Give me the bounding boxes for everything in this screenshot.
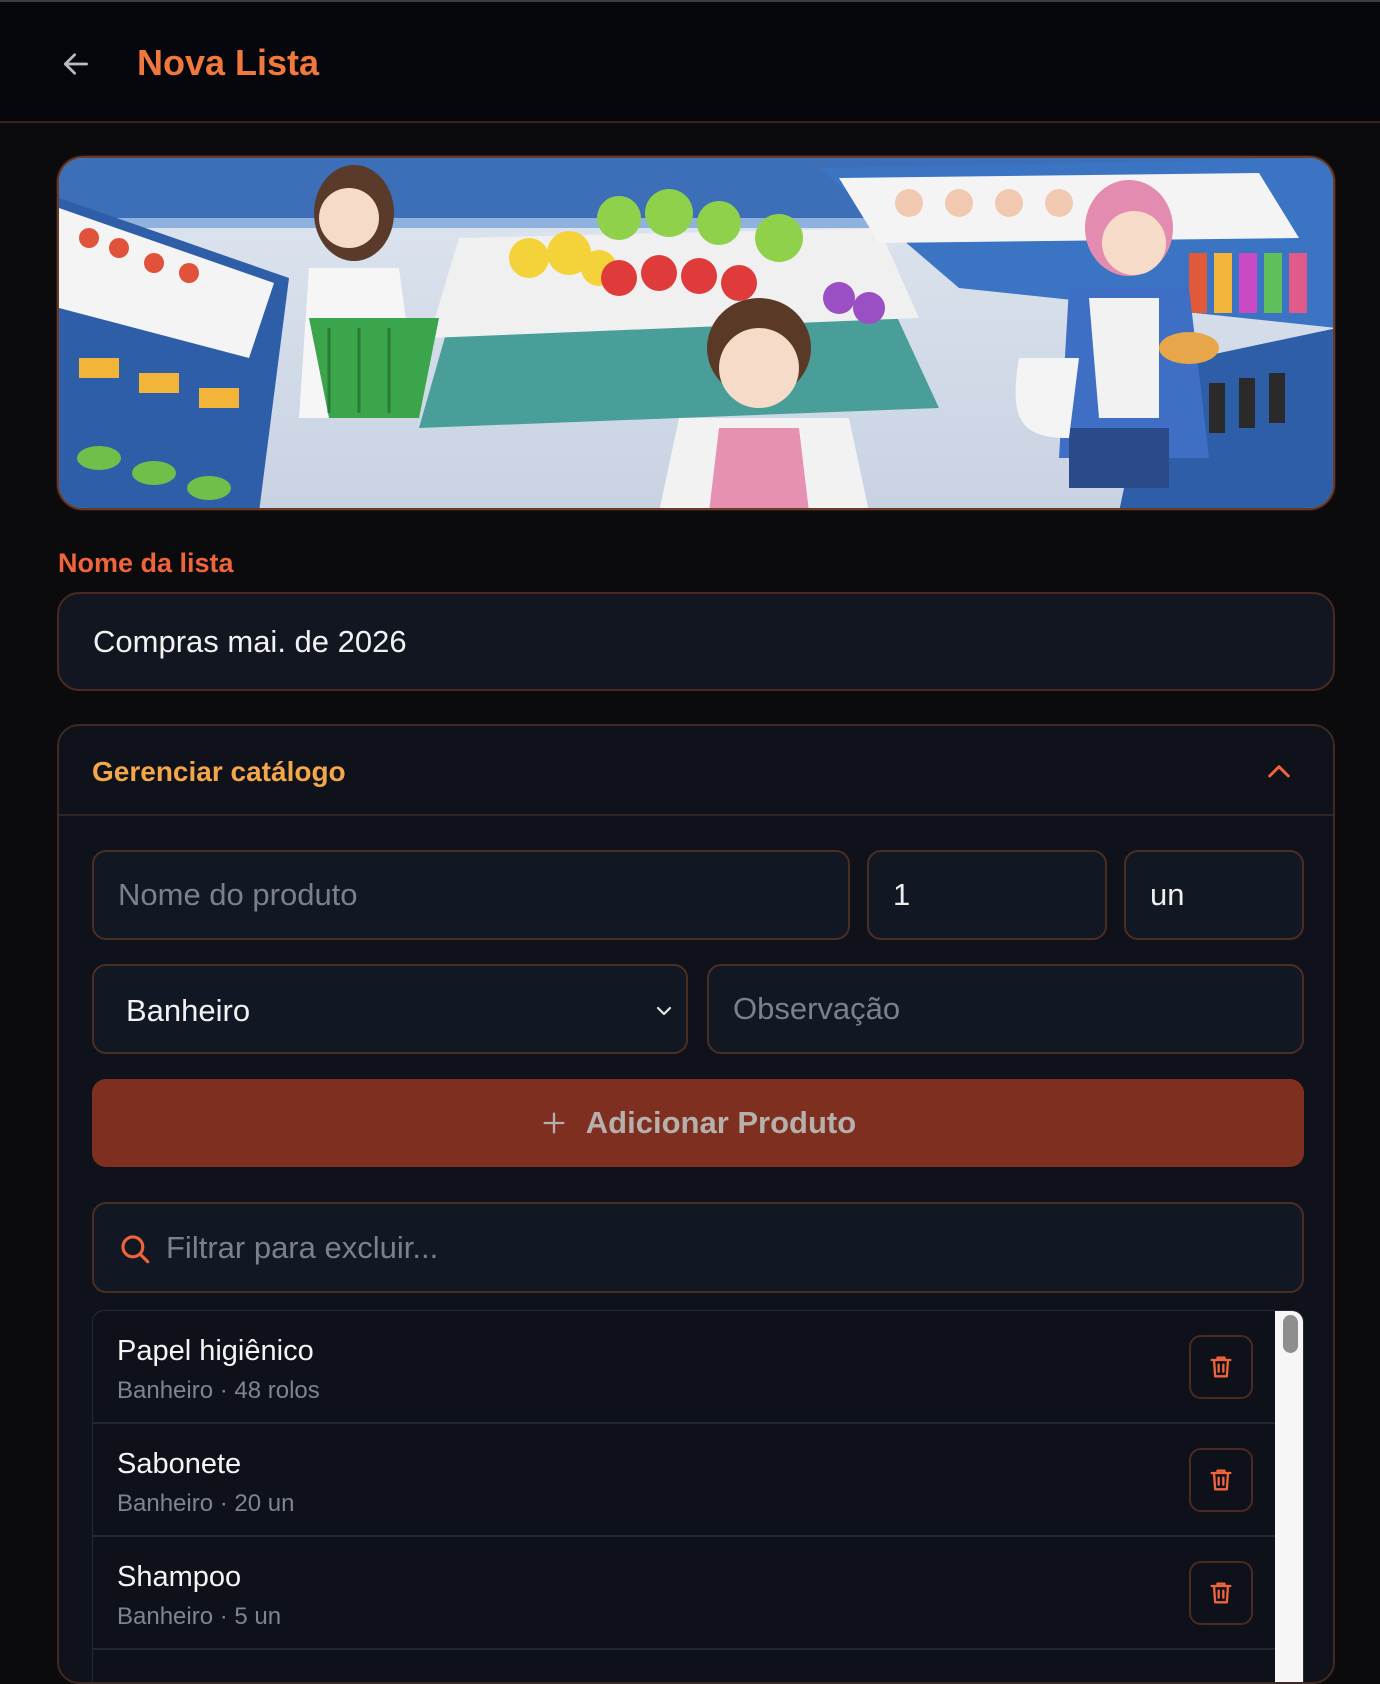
- top-bar: Nova Lista: [0, 0, 1380, 123]
- unit-input[interactable]: [1124, 850, 1304, 940]
- list-name-input[interactable]: [57, 592, 1335, 691]
- scrollbar-thumb[interactable]: [1283, 1315, 1298, 1353]
- list-item: Shampoo Banheiro · 5 un: [93, 1537, 1277, 1650]
- list-item: Sabonete Banheiro · 20 un: [93, 1424, 1277, 1537]
- item-name: Shampoo: [117, 1561, 242, 1593]
- item-name: Sabonete: [117, 1448, 242, 1480]
- item-meta: Banheiro · 20 un: [117, 1490, 295, 1517]
- trash-icon: [1210, 1582, 1232, 1604]
- quantity-input[interactable]: [867, 850, 1107, 940]
- category-select[interactable]: Banheiro: [92, 964, 688, 1054]
- catalog-toggle[interactable]: Gerenciar catálogo: [59, 726, 1333, 816]
- note-input[interactable]: [707, 964, 1304, 1054]
- item-meta: Banheiro · 5 un: [117, 1603, 282, 1630]
- product-name-input[interactable]: [92, 850, 850, 940]
- filter-input[interactable]: [166, 1204, 1286, 1291]
- item-meta: Banheiro · 48 rolos: [117, 1377, 320, 1404]
- catalog-list: Papel higiênico Banheiro · 48 rolos Sabo…: [92, 1310, 1304, 1682]
- filter-field: [92, 1202, 1304, 1293]
- arrow-left-icon: [63, 53, 88, 75]
- chevron-down-icon: [656, 1006, 672, 1016]
- catalog-panel: Gerenciar catálogo Banheiro Adicionar Pr…: [57, 724, 1335, 1684]
- chevron-up-icon: [1268, 765, 1290, 778]
- add-product-label: Adicionar Produto: [585, 1105, 857, 1140]
- delete-item-button[interactable]: [1189, 1561, 1253, 1625]
- catalog-title: Gerenciar catálogo: [92, 756, 346, 787]
- trash-icon: [1210, 1356, 1232, 1378]
- delete-item-button[interactable]: [1189, 1335, 1253, 1399]
- back-button[interactable]: [56, 44, 96, 84]
- category-select-value: Banheiro: [126, 993, 251, 1028]
- item-name: Papel higiênico: [117, 1335, 314, 1367]
- list-item: Papel higiênico Banheiro · 48 rolos: [93, 1311, 1277, 1424]
- delete-item-button[interactable]: [1189, 1448, 1253, 1512]
- supermarket-banner: [57, 156, 1335, 510]
- list-scrollbar[interactable]: [1275, 1311, 1303, 1682]
- search-icon: [121, 1235, 150, 1264]
- trash-icon: [1210, 1469, 1232, 1491]
- plus-icon: [543, 1112, 565, 1134]
- list-name-label: Nome da lista: [58, 548, 234, 578]
- add-product-button[interactable]: Adicionar Produto: [92, 1079, 1304, 1167]
- page-title: Nova Lista: [137, 42, 320, 83]
